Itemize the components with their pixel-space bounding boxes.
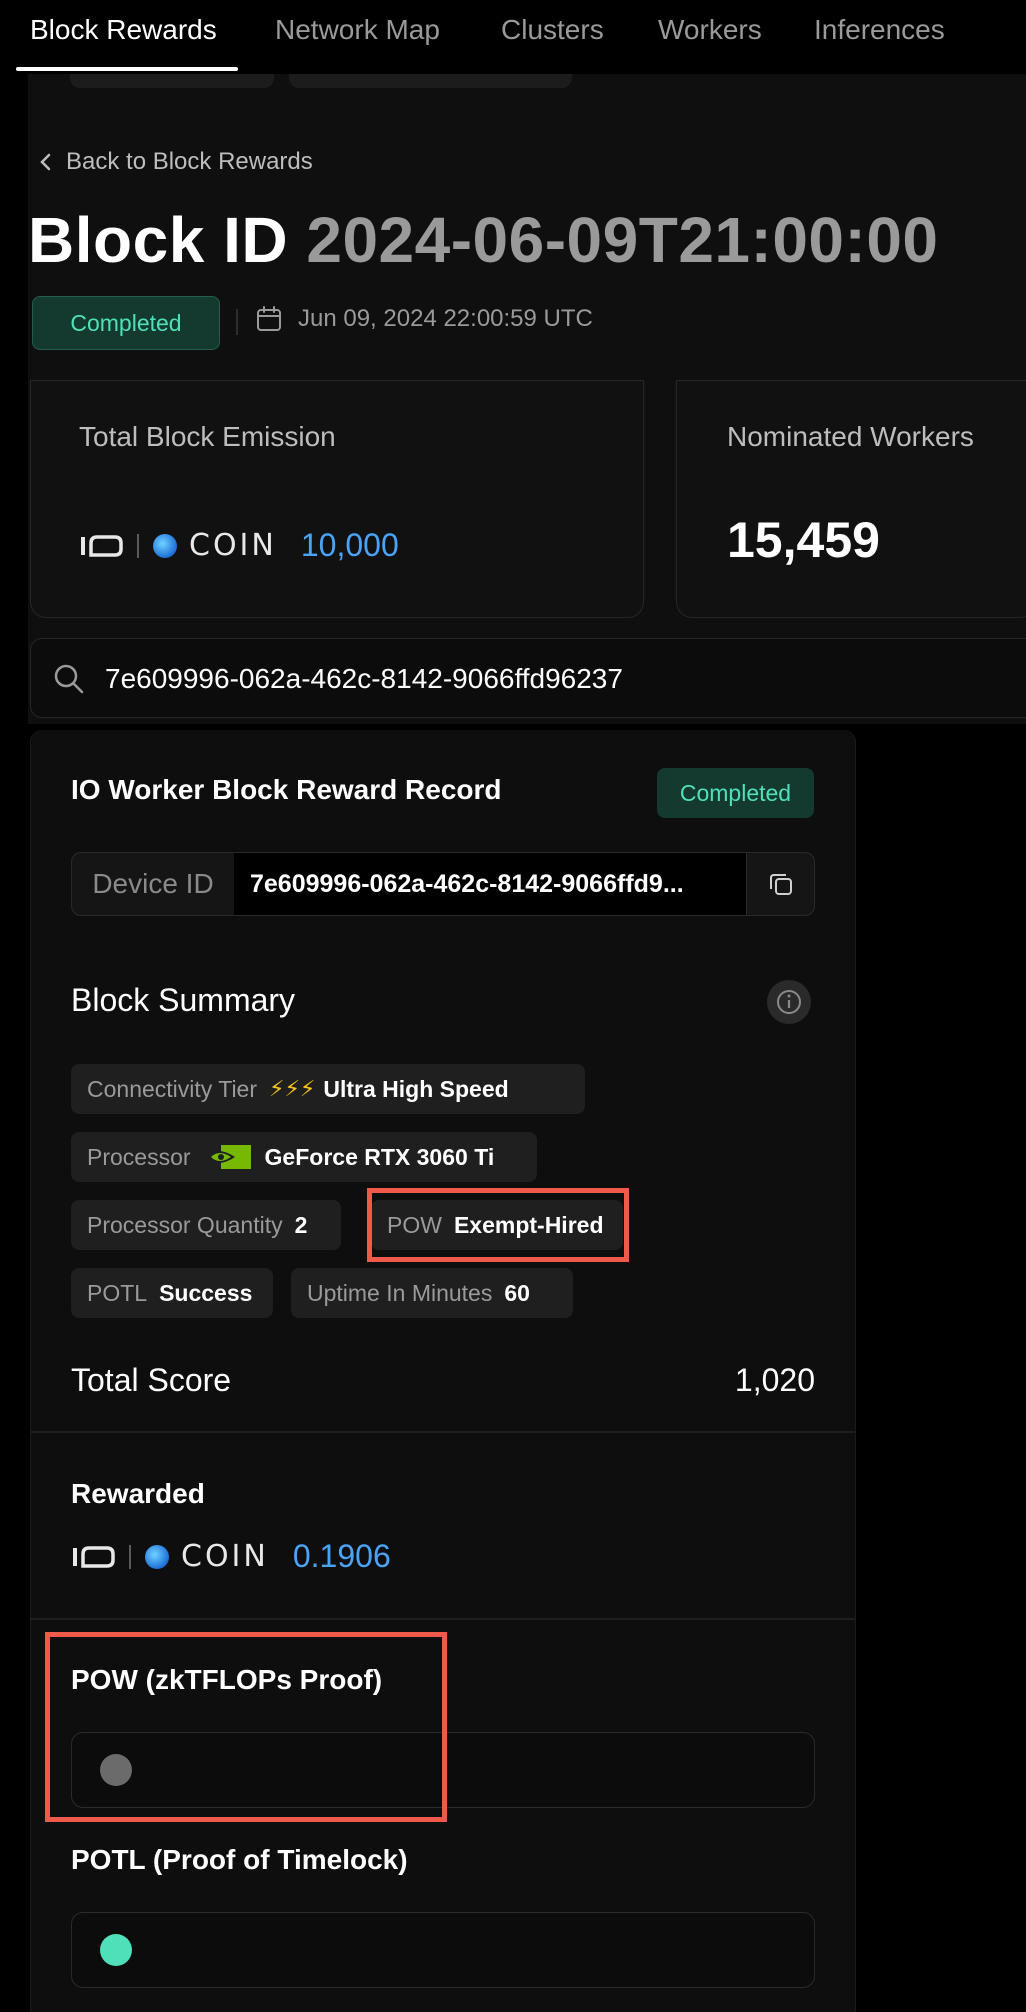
- potl-proof-title: POTL (Proof of Timelock): [71, 1844, 408, 1875]
- connectivity-tier-chip: Connectivity Tier ⚡⚡⚡ Ultra High Speed: [71, 1064, 585, 1114]
- workers-label: Nominated Workers: [727, 421, 974, 452]
- coin-icon: [145, 1544, 169, 1569]
- chip-key: Processor Quantity: [87, 1211, 283, 1238]
- copy-icon: [770, 874, 792, 895]
- status-badge: Completed: [32, 296, 220, 350]
- io-coin-logo: COIN: [71, 1539, 269, 1574]
- potl-proof-status: [71, 1912, 815, 1988]
- block-timestamp: Jun 09, 2024 22:00:59 UTC: [256, 305, 593, 333]
- processor-chip: Processor GeForce RTX 3060 Ti: [71, 1132, 537, 1182]
- pow-proof-highlight-box: [45, 1632, 447, 1822]
- workers-value: 15,459: [727, 512, 880, 568]
- device-id-field: Device ID 7e609996-062a-462c-8142-9066ff…: [71, 852, 815, 916]
- logo-separator: [137, 533, 139, 558]
- pow-highlight-box: [367, 1188, 629, 1262]
- total-score-row: Total Score 1,020: [71, 1362, 815, 1399]
- potl-status-dot: [100, 1934, 132, 1966]
- info-icon: [777, 990, 801, 1014]
- tab-inferences[interactable]: Inferences: [814, 14, 945, 46]
- emission-label: Total Block Emission: [79, 421, 336, 452]
- copy-button[interactable]: [746, 853, 814, 915]
- chip-value: Ultra High Speed: [323, 1075, 509, 1102]
- background-card-edge: [70, 74, 274, 88]
- top-nav: Block Rewards Network Map Clusters Worke…: [0, 0, 1026, 74]
- tab-block-rewards[interactable]: Block Rewards: [30, 14, 217, 46]
- divider: [31, 1618, 855, 1620]
- timestamp-text: Jun 09, 2024 22:00:59 UTC: [298, 305, 593, 332]
- device-id-value: 7e609996-062a-462c-8142-9066ffd9...: [234, 853, 746, 915]
- logo-separator: [129, 1544, 131, 1569]
- divider: [236, 309, 238, 335]
- chip-value: GeForce RTX 3060 Ti: [264, 1143, 495, 1170]
- total-score-value: 1,020: [734, 1362, 815, 1398]
- processor-quantity-chip: Processor Quantity 2: [71, 1200, 341, 1250]
- chip-key: Connectivity Tier: [87, 1075, 258, 1102]
- emission-amount: COIN 10,000: [79, 527, 399, 564]
- block-id-prefix: Block ID: [28, 204, 289, 276]
- chip-key: POTL: [87, 1279, 148, 1306]
- rewarded-amount: COIN 0.1906: [71, 1538, 391, 1575]
- search-icon: [54, 664, 84, 694]
- io-logo-icon: [73, 1545, 115, 1568]
- active-tab-indicator: [16, 67, 238, 71]
- info-button[interactable]: [767, 980, 811, 1024]
- tab-workers[interactable]: Workers: [658, 14, 762, 46]
- total-score-label: Total Score: [71, 1362, 232, 1398]
- io-coin-logo: COIN: [79, 528, 277, 563]
- worker-record-panel: IO Worker Block Reward Record Completed …: [30, 730, 856, 2012]
- block-summary-title: Block Summary: [71, 982, 296, 1018]
- back-link[interactable]: Back to Block Rewards: [38, 148, 313, 176]
- lightning-icon: ⚡⚡⚡: [269, 1076, 316, 1101]
- coin-icon: [153, 533, 177, 558]
- chip-key: Uptime In Minutes: [307, 1279, 493, 1306]
- coin-wordmark: COIN: [189, 528, 277, 563]
- coin-wordmark: COIN: [181, 1539, 269, 1574]
- calendar-icon: [257, 306, 281, 331]
- rewarded-value: 0.1906: [292, 1538, 391, 1574]
- device-id-label: Device ID: [72, 853, 235, 915]
- search-input[interactable]: [103, 657, 907, 701]
- block-id-value: 2024-06-09T21:00:00: [306, 204, 939, 276]
- rewarded-label: Rewarded: [71, 1478, 205, 1509]
- nvidia-logo-icon: [204, 1145, 251, 1169]
- total-emission-card: Total Block Emission COIN 10,000: [30, 380, 644, 618]
- emission-value: 10,000: [300, 527, 399, 563]
- search-bar: [30, 638, 1026, 718]
- uptime-chip: Uptime In Minutes 60: [291, 1268, 573, 1318]
- divider: [31, 1431, 855, 1433]
- tab-network-map[interactable]: Network Map: [275, 14, 440, 46]
- page-title: Block ID 2024-06-09T21:00:00: [28, 203, 939, 277]
- tab-clusters[interactable]: Clusters: [501, 14, 604, 46]
- chevron-left-icon: [40, 153, 51, 171]
- potl-chip: POTL Success: [71, 1268, 273, 1318]
- record-status-badge: Completed: [657, 768, 814, 818]
- back-link-label: Back to Block Rewards: [66, 148, 313, 175]
- chip-key: Processor: [87, 1143, 191, 1170]
- nominated-workers-card: Nominated Workers 15,459: [676, 380, 1026, 618]
- record-title: IO Worker Block Reward Record: [71, 774, 502, 805]
- background-card-edge: [289, 74, 572, 88]
- io-logo-icon: [81, 534, 123, 557]
- chip-value: Success: [159, 1279, 253, 1306]
- chip-value: 2: [294, 1211, 308, 1238]
- chip-value: 60: [504, 1279, 530, 1306]
